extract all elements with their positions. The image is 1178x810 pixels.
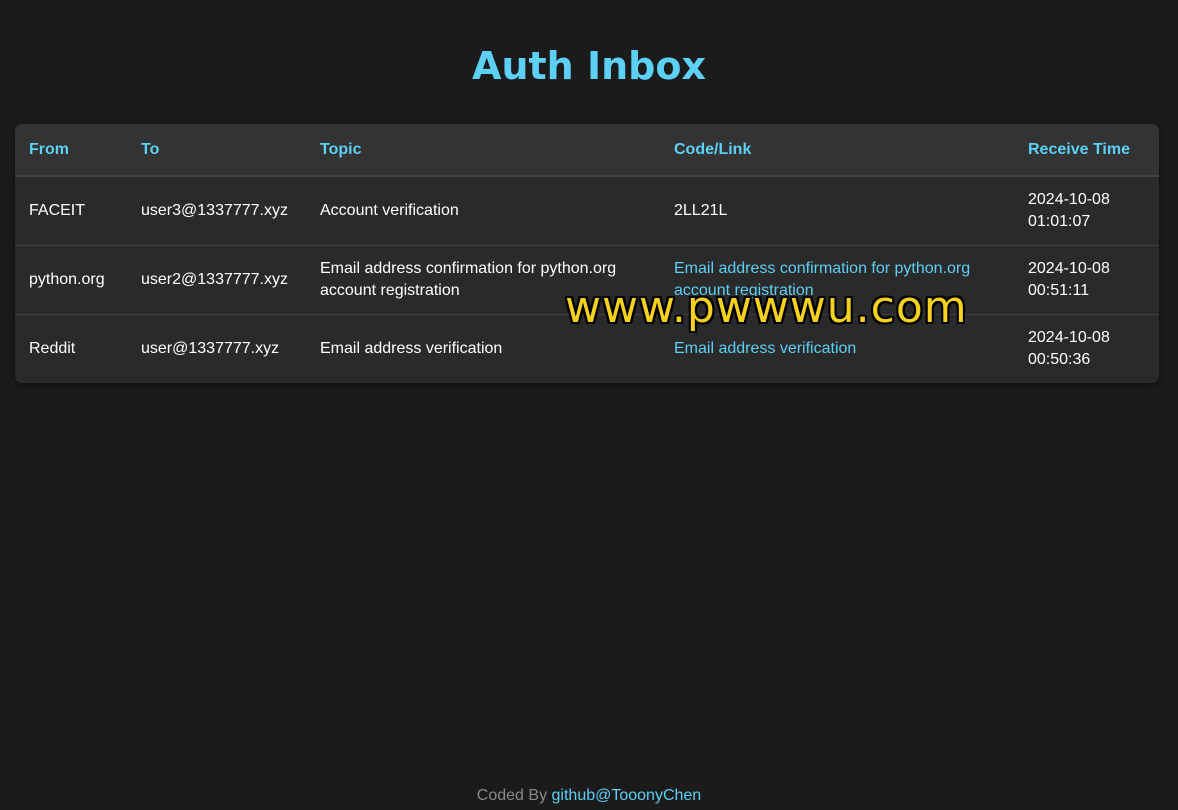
cell-topic: Email address confirmation for python.or… xyxy=(320,259,617,299)
cell-code: Email address verification xyxy=(660,314,1014,383)
cell-from: FACEIT xyxy=(29,201,86,219)
cell-to: user3@1337777.xyz xyxy=(141,201,288,219)
verification-link[interactable]: Email address verification xyxy=(674,340,856,357)
inbox-table: From To Topic Code/Link Receive Time FAC… xyxy=(15,124,1159,383)
cell-from: python.org xyxy=(29,270,105,288)
cell-to: user2@1337777.xyz xyxy=(141,270,288,288)
column-header-receive-time: Receive Time xyxy=(1014,124,1159,177)
column-header-code-link: Code/Link xyxy=(660,124,1014,177)
column-header-from: From xyxy=(15,124,127,177)
table-row: Reddit user@1337777.xyz Email address ve… xyxy=(15,314,1159,383)
receive-clock: 00:51:11 xyxy=(1028,281,1090,299)
receive-date: 2024-10-08 xyxy=(1028,259,1110,277)
table-body: FACEIT user3@1337777.xyz Account verific… xyxy=(15,176,1159,383)
cell-code: 2LL21L xyxy=(674,201,728,219)
cell-receive-time: 2024-10-08 00:51:11 xyxy=(1014,245,1159,314)
table-row: python.org user2@1337777.xyz Email addre… xyxy=(15,245,1159,314)
receive-date: 2024-10-08 xyxy=(1028,328,1110,346)
inbox-table-container: From To Topic Code/Link Receive Time FAC… xyxy=(15,124,1159,383)
table-row: FACEIT user3@1337777.xyz Account verific… xyxy=(15,176,1159,245)
cell-receive-time: 2024-10-08 01:01:07 xyxy=(1014,176,1159,245)
verification-link[interactable]: Email address confirmation for python.or… xyxy=(674,260,970,299)
cell-code: Email address confirmation for python.or… xyxy=(660,245,1014,314)
cell-from: Reddit xyxy=(29,339,76,357)
cell-receive-time: 2024-10-08 00:50:36 xyxy=(1014,314,1159,383)
receive-clock: 01:01:07 xyxy=(1028,212,1091,230)
page-title: Auth Inbox xyxy=(472,44,706,88)
receive-clock: 00:50:36 xyxy=(1028,350,1091,368)
cell-topic: Account verification xyxy=(320,201,459,219)
cell-topic: Email address verification xyxy=(320,339,503,357)
column-header-to: To xyxy=(127,124,306,177)
table-header: From To Topic Code/Link Receive Time xyxy=(15,124,1159,177)
footer-prefix: Coded By xyxy=(476,787,548,804)
table-header-row: From To Topic Code/Link Receive Time xyxy=(15,124,1159,177)
github-link[interactable]: github@TooonyChen xyxy=(552,787,702,804)
footer: Coded By github@TooonyChen xyxy=(0,786,1178,806)
receive-date: 2024-10-08 xyxy=(1028,190,1110,208)
cell-to: user@1337777.xyz xyxy=(141,339,280,357)
column-header-topic: Topic xyxy=(306,124,660,177)
